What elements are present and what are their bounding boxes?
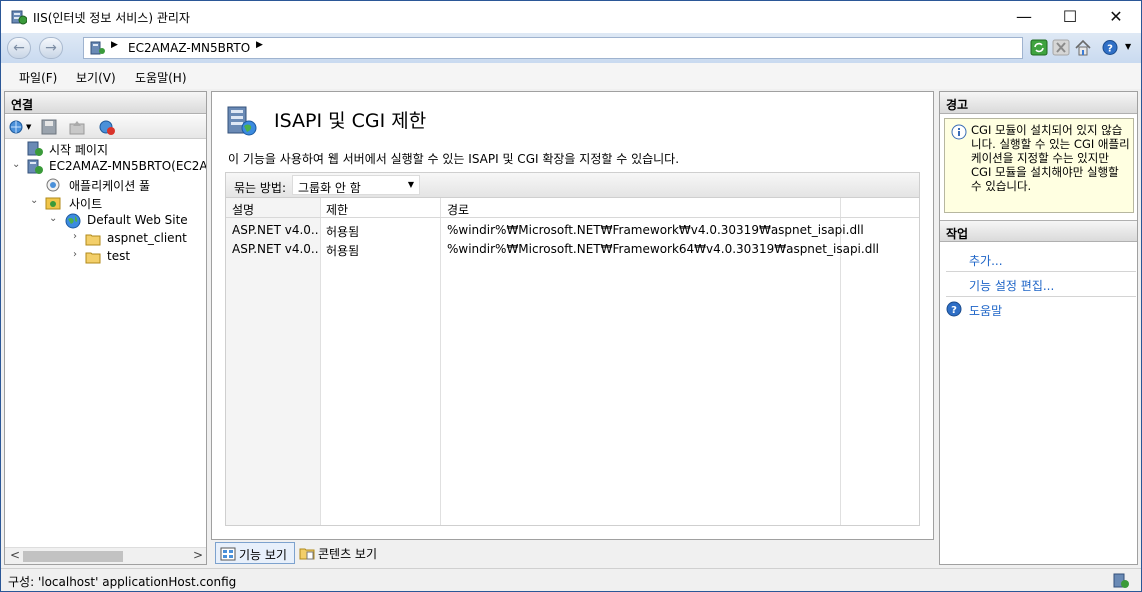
tab-features-view[interactable]: 기능 보기 xyxy=(215,542,295,564)
svg-text:?: ? xyxy=(951,305,957,316)
isapi-cgi-icon xyxy=(227,106,257,136)
chevron-down-icon: ▼ xyxy=(407,180,414,189)
tree-item-label: aspnet_client xyxy=(107,231,187,245)
table-row[interactable]: ASP.NET v4.0... 허용됨 %windir%₩Microsoft.N… xyxy=(226,221,919,240)
tree-item-label: 사이트 xyxy=(69,197,103,211)
up-level-icon[interactable] xyxy=(69,119,85,135)
sort-ascending-icon: ^ xyxy=(268,198,276,203)
connections-header: 연결 xyxy=(5,92,206,114)
chevron-down-icon[interactable]: ▼ xyxy=(26,123,31,131)
page-title: ISAPI 및 CGI 제한 xyxy=(274,110,427,132)
horizontal-scrollbar[interactable]: < > xyxy=(5,547,206,564)
connections-toolbar: ▼ xyxy=(5,115,206,139)
menu-view[interactable]: 보기(V) xyxy=(76,69,116,86)
tree-item-label: test xyxy=(107,249,131,263)
home-icon[interactable] xyxy=(1074,39,1092,56)
tree-item-label: Default Web Site xyxy=(87,213,188,227)
tab-label: 기능 보기 xyxy=(239,548,287,562)
tab-content-view[interactable]: 콘텐츠 보기 xyxy=(295,542,381,564)
folder-icon xyxy=(85,234,101,246)
action-edit-feature-settings[interactable]: 기능 설정 편집... xyxy=(969,277,1054,294)
title-bar: IIS(인터넷 정보 서비스) 관리자 — ☐ ✕ xyxy=(1,1,1141,33)
tree-item-label: 시작 페이지 xyxy=(49,143,109,157)
table-row[interactable]: ASP.NET v4.0... 허용됨 %windir%₩Microsoft.N… xyxy=(226,240,919,259)
chevron-down-icon[interactable]: ⌄ xyxy=(49,213,57,224)
back-button[interactable]: ← xyxy=(7,37,31,59)
actions-header: 작업 xyxy=(940,220,1137,242)
refresh-icon[interactable] xyxy=(1030,39,1048,56)
alert-message: CGI 모듈이 설치되어 있지 않습니다. 실행할 수 있는 CGI 애플리케이… xyxy=(971,123,1130,193)
action-add[interactable]: 추가... xyxy=(969,252,1003,269)
folder-icon xyxy=(85,252,101,264)
chevron-down-icon[interactable]: ▼ xyxy=(1125,42,1131,51)
chevron-right-icon[interactable]: ▶ xyxy=(256,40,263,50)
save-icon[interactable] xyxy=(41,119,57,135)
address-bar: ← → ▶ EC2AMAZ-MN5BRTO ▶ ? ▼ xyxy=(1,33,1141,63)
cell-description: ASP.NET v4.0... xyxy=(232,242,318,256)
chevron-down-icon[interactable]: ⌄ xyxy=(30,195,38,206)
column-header-restriction[interactable]: 제한 xyxy=(326,201,348,218)
group-by-label: 묶는 방법: xyxy=(234,181,287,195)
disconnect-icon[interactable] xyxy=(99,119,115,135)
status-bar: 구성: 'localhost' applicationHost.config xyxy=(1,568,1141,591)
window-title: IIS(인터넷 정보 서비스) 관리자 xyxy=(33,11,190,25)
feature-pane: ISAPI 및 CGI 제한 이 기능을 사용하여 웹 서버에서 실행할 수 있… xyxy=(211,91,934,540)
menu-help[interactable]: 도움말(H) xyxy=(135,69,187,86)
scroll-right-arrow[interactable]: > xyxy=(193,548,203,562)
table-header: 설명 ^ 제한 경로 xyxy=(226,198,919,218)
cell-restriction: 허용됨 xyxy=(326,244,360,258)
maximize-button[interactable]: ☐ xyxy=(1047,1,1093,33)
cell-path: %windir%₩Microsoft.NET₩Framework64₩v4.0.… xyxy=(447,242,879,256)
info-icon xyxy=(951,124,967,140)
minimize-button[interactable]: — xyxy=(1001,1,1047,33)
breadcrumb-server[interactable]: EC2AMAZ-MN5BRTO xyxy=(128,41,250,55)
stop-icon[interactable] xyxy=(1052,39,1070,56)
connect-icon[interactable] xyxy=(9,119,25,135)
features-view-icon xyxy=(220,547,236,561)
content-view-icon xyxy=(299,548,315,560)
server-icon xyxy=(27,159,43,174)
server-icon xyxy=(90,41,105,55)
iis-manager-window: IIS(인터넷 정보 서비스) 관리자 — ☐ ✕ ← → ▶ EC2AMAZ-… xyxy=(0,0,1142,592)
alerts-header: 경고 xyxy=(940,92,1137,114)
sites-folder-icon xyxy=(45,197,61,210)
svg-text:?: ? xyxy=(1107,44,1113,55)
scroll-left-arrow[interactable]: < xyxy=(10,548,20,562)
forward-button[interactable]: → xyxy=(39,37,63,59)
cell-description: ASP.NET v4.0... xyxy=(232,223,318,237)
column-header-description[interactable]: 설명 xyxy=(232,201,254,218)
page-description: 이 기능을 사용하여 웹 서버에서 실행할 수 있는 ISAPI 및 CGI 확… xyxy=(228,152,680,166)
scroll-thumb[interactable] xyxy=(23,551,123,562)
group-by-select[interactable]: 그룹화 안 함 ▼ xyxy=(292,175,420,195)
group-by-bar: 묶는 방법: 그룹화 안 함 ▼ xyxy=(225,172,920,198)
globe-icon xyxy=(65,213,81,229)
status-text: 구성: 'localhost' applicationHost.config xyxy=(8,575,237,589)
connections-pane: 연결 ▼ 시작 페이지 ⌄ EC2AMAZ-MN5BRTO(EC2AM 애플리케… xyxy=(4,91,207,565)
actions-pane: 경고 CGI 모듈이 설치되어 있지 않습니다. 실행할 수 있는 CGI 애플… xyxy=(939,91,1138,565)
action-help[interactable]: 도움말 xyxy=(969,302,1002,319)
app-pool-icon xyxy=(46,178,60,192)
restrictions-table: 설명 ^ 제한 경로 ASP.NET v4.0... 허용됨 %windir%₩… xyxy=(225,198,920,526)
menu-bar: 파일(F) 보기(V) 도움말(H) xyxy=(1,63,1141,89)
group-by-value: 그룹화 안 함 xyxy=(298,181,361,195)
chevron-right-icon[interactable]: › xyxy=(73,249,77,260)
close-button[interactable]: ✕ xyxy=(1093,1,1139,33)
server-status-icon xyxy=(1113,573,1129,588)
tab-label: 콘텐츠 보기 xyxy=(318,547,378,561)
column-header-path[interactable]: 경로 xyxy=(447,201,469,218)
chevron-right-icon[interactable]: › xyxy=(73,231,77,242)
tree-item-label: 애플리케이션 풀 xyxy=(69,179,151,193)
chevron-right-icon: ▶ xyxy=(111,40,118,50)
cell-restriction: 허용됨 xyxy=(326,225,360,239)
help-icon: ? xyxy=(946,301,962,317)
start-page-icon xyxy=(27,141,43,156)
alert-box: CGI 모듈이 설치되어 있지 않습니다. 실행할 수 있는 CGI 애플리케이… xyxy=(944,118,1134,213)
help-dropdown-icon[interactable]: ? xyxy=(1102,39,1120,56)
iis-app-icon xyxy=(11,10,27,25)
address-path[interactable]: ▶ EC2AMAZ-MN5BRTO ▶ xyxy=(83,37,1023,59)
tree-item-label: EC2AMAZ-MN5BRTO(EC2AM xyxy=(49,159,207,173)
menu-file[interactable]: 파일(F) xyxy=(19,69,57,86)
chevron-down-icon[interactable]: ⌄ xyxy=(12,159,20,170)
cell-path: %windir%₩Microsoft.NET₩Framework₩v4.0.30… xyxy=(447,223,864,237)
